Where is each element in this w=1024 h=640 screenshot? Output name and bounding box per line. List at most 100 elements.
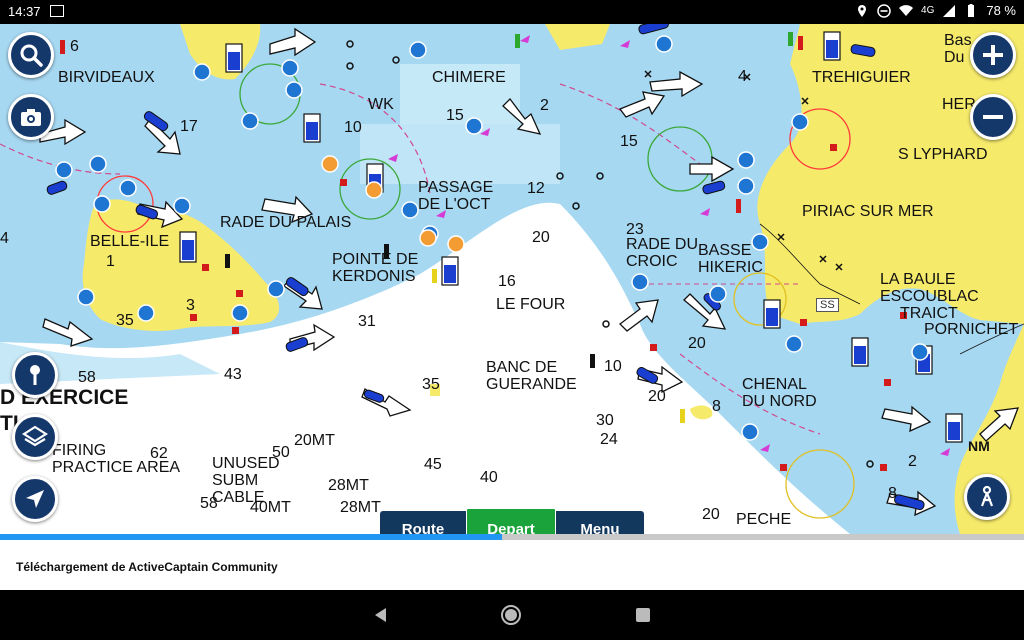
status-icons: 4G 78 % (855, 3, 1016, 18)
back-button[interactable] (368, 602, 394, 628)
depth-sounding: 35 (116, 312, 134, 329)
place-label: PECHE (736, 511, 792, 528)
search-icon (20, 44, 43, 67)
depth-sounding: 58 (200, 495, 218, 512)
do-not-disturb-icon (877, 3, 891, 18)
person-icon (980, 485, 994, 507)
depth-sounding: 45 (424, 456, 442, 473)
depth-sounding: 15 (620, 133, 638, 150)
depth-sounding: 17 (180, 118, 198, 135)
navigation-arrow-icon (26, 490, 44, 508)
route-tabs: Route Depart Menu (380, 508, 644, 534)
tab-menu[interactable]: Menu (556, 511, 644, 534)
layers-button[interactable] (12, 414, 58, 460)
depth-sounding: 2 (540, 97, 549, 114)
battery-level: 78 % (986, 3, 1016, 18)
depth-sounding: 6 (70, 38, 79, 55)
place-label: RADE DU CROIC (626, 236, 699, 270)
navigate-button[interactable] (12, 476, 58, 522)
place-label: S LYPHARD (898, 146, 988, 163)
depth-sounding: 8 (888, 485, 897, 502)
depth-sounding: 50 (272, 444, 290, 461)
place-label: TREHIGUIER (812, 69, 911, 86)
camera-icon (21, 109, 41, 126)
depth-sounding: 20 (702, 506, 720, 523)
tab-depart[interactable]: Depart (466, 508, 556, 534)
depth-sounding: 28MT (340, 499, 381, 516)
download-message: Téléchargement de ActiveCaptain Communit… (16, 560, 278, 574)
depth-sounding: 12 (527, 180, 545, 197)
back-triangle-icon (375, 608, 386, 622)
home-circle-icon (501, 605, 521, 625)
depth-sounding: 16 (498, 273, 516, 290)
plus-icon (983, 45, 1003, 65)
system-navigation-bar (0, 590, 1024, 640)
location-icon (858, 4, 867, 17)
place-label: TRAICT (900, 305, 958, 322)
place-label: BANC DE GUERANDE (486, 359, 577, 393)
signal-icon (943, 4, 956, 17)
place-label: PIRIAC SUR MER (802, 203, 934, 220)
status-bar: 14:37 4G 78 % (0, 0, 1024, 24)
tab-route[interactable]: Route (380, 511, 466, 534)
gallery-notification-icon (50, 5, 64, 17)
depth-sounding: 40 (480, 469, 498, 486)
depth-sounding: 20MT (294, 432, 335, 449)
depth-sounding: 10 (344, 119, 362, 136)
depth-sounding: 43 (224, 366, 242, 383)
search-button[interactable] (8, 32, 54, 78)
depth-sounding: 30 (596, 412, 614, 429)
place-label: POINTE DE KERDONIS (332, 251, 419, 285)
download-notification: Téléchargement de ActiveCaptain Communit… (0, 540, 1024, 590)
place-label: CHENAL DU NORD (742, 376, 817, 410)
nautical-chart[interactable]: BIRVIDEAUX CHIMERE TREHIGUIER Bas Du HER WK S … (0, 24, 1024, 534)
place-label: BIRVIDEAUX (58, 69, 155, 86)
place-label: PORNICHET (924, 321, 1019, 338)
home-button[interactable] (498, 602, 524, 628)
depth-sounding: 8 (712, 398, 721, 415)
depth-sounding: 4 (738, 68, 747, 85)
person-button[interactable] (964, 474, 1010, 520)
wifi-icon (899, 4, 914, 16)
depth-sounding: 23 (626, 221, 644, 238)
depth-sounding: 31 (358, 313, 376, 330)
camera-button[interactable] (8, 94, 54, 140)
place-label: LA BAULE ESCOUBLAC (880, 271, 979, 305)
depth-sounding: 28MT (328, 477, 369, 494)
place-label: RADE DU PALAIS (220, 214, 352, 231)
zoom-out-button[interactable] (970, 94, 1016, 140)
depth-sounding: 3 (186, 297, 195, 314)
place-label: BELLE-ILE (90, 233, 170, 250)
minus-icon (983, 115, 1003, 119)
ss-badge[interactable]: SS (816, 298, 839, 312)
depth-sounding: 40MT (250, 499, 291, 516)
place-label: CHIMERE (432, 69, 506, 86)
depth-sounding: 20 (648, 388, 666, 405)
depth-sounding: 10 (604, 358, 622, 375)
depth-sounding: 20 (532, 229, 550, 246)
depth-sounding: 24 (600, 431, 618, 448)
place-label: PASSAGE DE L'OCT (418, 179, 494, 213)
depth-sounding: 4 (0, 230, 9, 247)
zoom-in-button[interactable] (970, 32, 1016, 78)
place-label: WK (368, 96, 394, 113)
recents-button[interactable] (630, 602, 656, 628)
depth-sounding: 20 (688, 335, 706, 352)
layers-icon (22, 425, 48, 447)
nm-label: NM (968, 438, 990, 454)
place-label: Bas Du (944, 32, 972, 66)
network-type: 4G (921, 5, 935, 16)
recents-square-icon (636, 608, 650, 622)
battery-icon (968, 3, 975, 17)
place-label: BASSE HIKERIC (698, 242, 763, 276)
waypoint-pin-button[interactable] (12, 352, 58, 398)
depth-sounding: 15 (446, 107, 464, 124)
pin-icon (30, 365, 40, 385)
place-label: LE FOUR (496, 296, 566, 313)
depth-sounding: 2 (908, 453, 917, 470)
status-time: 14:37 (8, 4, 41, 19)
depth-sounding: 58 (78, 369, 96, 386)
depth-sounding: 35 (422, 376, 440, 393)
depth-sounding: 1 (106, 253, 115, 270)
depth-sounding: 62 (150, 445, 168, 462)
